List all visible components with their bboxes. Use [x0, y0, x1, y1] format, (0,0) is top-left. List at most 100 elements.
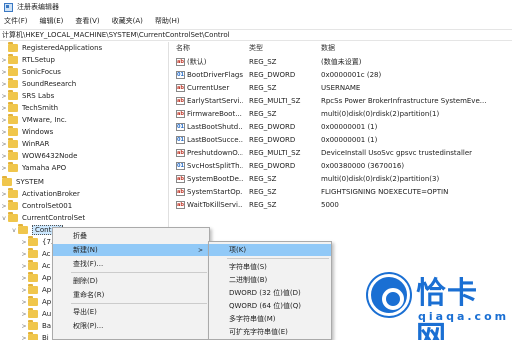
tree-item[interactable]: > Ap	[20, 296, 51, 308]
submenu-string-value[interactable]: 字符串值(S)	[209, 261, 331, 273]
folder-icon	[8, 66, 18, 76]
expand-icon[interactable]: >	[20, 239, 28, 246]
tree-item[interactable]: > Ap	[20, 272, 51, 284]
tree-item[interactable]: > Ac	[20, 260, 51, 272]
tree-item[interactable]: > WOW6432Node	[0, 150, 77, 162]
value-row[interactable]: 01 SvcHostSplitTh... REG_DWORD 0x00380000 (…	[170, 160, 512, 172]
tree-item[interactable]: > Windows	[0, 126, 53, 138]
expand-icon[interactable]: >	[0, 69, 8, 76]
value-row[interactable]: ab WaitToKillServi... REG_SZ 5000	[170, 199, 512, 211]
watermark-logo-icon	[368, 274, 410, 316]
submenu-expandable-string-value[interactable]: 可扩充字符串值(E)	[209, 326, 331, 338]
window-title: 注册表编辑器	[17, 3, 59, 11]
column-name[interactable]: 名称	[176, 43, 190, 53]
folder-icon	[8, 78, 18, 88]
column-data[interactable]: 数据	[321, 43, 335, 53]
tree-item[interactable]: > Au	[20, 308, 51, 320]
tree-item[interactable]: > SRS Labs	[0, 90, 54, 102]
menu-collapse[interactable]: 折叠	[53, 230, 209, 242]
value-row[interactable]: ab PreshutdownO... REG_MULTI_SZ DeviceInsta…	[170, 147, 512, 159]
string-value-icon: ab	[176, 84, 185, 92]
folder-icon	[8, 42, 18, 52]
folder-icon	[28, 296, 38, 306]
tree-item[interactable]: > SonicFocus	[0, 66, 61, 78]
expand-icon[interactable]: >	[0, 141, 8, 148]
menu-bar: 文件(F) 编辑(E) 查看(V) 收藏夹(A) 帮助(H)	[0, 14, 512, 28]
expand-icon[interactable]: >	[0, 105, 8, 112]
menu-help[interactable]: 帮助(H)	[155, 16, 180, 26]
menu-delete[interactable]: 删除(D)	[53, 275, 209, 287]
column-headers: 名称 类型 数据	[170, 42, 512, 54]
tree-item[interactable]: > Ba	[20, 320, 51, 332]
expand-icon[interactable]: >	[0, 165, 8, 172]
submenu-multi-string-value[interactable]: 多字符串值(M)	[209, 313, 331, 325]
expand-icon[interactable]: >	[20, 287, 28, 294]
expand-icon[interactable]: >	[0, 117, 8, 124]
expand-icon[interactable]: >	[0, 57, 8, 64]
expand-icon[interactable]: >	[20, 275, 28, 282]
menu-edit[interactable]: 编辑(E)	[40, 16, 64, 26]
expand-icon[interactable]: >	[0, 153, 8, 160]
value-row[interactable]: ab EarlyStartServi... REG_MULTI_SZ RpcSs Po…	[170, 95, 512, 107]
value-row[interactable]: 01 LastBootSucce... REG_DWORD 0x00000001 (1…	[170, 134, 512, 146]
chevron-right-icon: >	[197, 246, 203, 254]
value-row[interactable]: ab FirmwareBoot... REG_SZ multi(0)disk(0)rd…	[170, 108, 512, 120]
tree-item[interactable]: > Ac	[20, 248, 51, 260]
value-row[interactable]: 01 BootDriverFlags REG_DWORD 0x0000001c (28…	[170, 69, 512, 81]
expand-icon[interactable]: >	[20, 323, 28, 330]
tree-item[interactable]: > SoundResearch	[0, 78, 76, 90]
tree-item[interactable]: RegisteredApplications	[0, 42, 102, 54]
submenu-binary-value[interactable]: 二进制值(B)	[209, 274, 331, 286]
tree-item[interactable]: > Bi	[20, 332, 49, 340]
menu-divider	[71, 272, 207, 273]
submenu-qword-value[interactable]: QWORD (64 位)值(Q)	[209, 300, 331, 312]
string-value-icon: ab	[176, 58, 185, 66]
value-row[interactable]: ab SystemStartOp... REG_SZ FLIGHTSIGNING N…	[170, 186, 512, 198]
tree-item[interactable]: > TechSmith	[0, 102, 58, 114]
tree-item[interactable]: > Ap	[20, 284, 51, 296]
menu-favorites[interactable]: 收藏夹(A)	[112, 16, 143, 26]
expand-icon[interactable]: >	[20, 311, 28, 318]
menu-find[interactable]: 查找(F)...	[53, 258, 209, 270]
value-row[interactable]: 01 LastBootShutd... REG_DWORD 0x00000001 (1…	[170, 121, 512, 133]
folder-icon	[8, 126, 18, 136]
submenu-key[interactable]: 项(K)	[209, 244, 331, 256]
expand-icon[interactable]: >	[20, 251, 28, 258]
menu-new[interactable]: 新建(N) >	[53, 244, 209, 256]
address-bar[interactable]: 计算机\HKEY_LOCAL_MACHINE\SYSTEM\CurrentCon…	[0, 29, 512, 41]
menu-file[interactable]: 文件(F)	[4, 16, 28, 26]
menu-rename[interactable]: 重命名(R)	[53, 289, 209, 301]
expand-icon[interactable]: >	[20, 263, 28, 270]
value-row[interactable]: ab SystemBootDe... REG_SZ multi(0)disk(0)rd…	[170, 173, 512, 185]
tree-item[interactable]: v CurrentControlSet	[0, 212, 85, 224]
expand-icon[interactable]: >	[0, 93, 8, 100]
menu-divider	[71, 303, 207, 304]
expand-icon[interactable]: >	[0, 81, 8, 88]
tree-item[interactable]: > ActivationBroker	[0, 188, 80, 200]
collapse-icon[interactable]: v	[10, 227, 18, 234]
string-value-icon: ab	[176, 175, 185, 183]
expand-icon[interactable]: >	[0, 129, 8, 136]
tree-item[interactable]: > VMware, Inc.	[0, 114, 67, 126]
expand-icon[interactable]: >	[20, 299, 28, 306]
column-type[interactable]: 类型	[249, 43, 263, 53]
folder-icon	[28, 248, 38, 258]
tree-item[interactable]: > Yamaha APO	[0, 162, 66, 174]
submenu-dword-value[interactable]: DWORD (32 位)值(D)	[209, 287, 331, 299]
tree-item[interactable]: > ControlSet001	[0, 200, 72, 212]
menu-view[interactable]: 查看(V)	[75, 16, 99, 26]
value-row[interactable]: ab CurrentUser REG_SZ USERNAME	[170, 82, 512, 94]
tree-item[interactable]: vSYSTEM	[0, 176, 44, 188]
value-row[interactable]: ab (默认) REG_SZ (数值未设置)	[170, 56, 512, 68]
expand-icon[interactable]: >	[0, 203, 8, 210]
menu-export[interactable]: 导出(E)	[53, 306, 209, 318]
menu-permissions[interactable]: 权限(P)...	[53, 320, 209, 332]
tree-item[interactable]: > RTLSetup	[0, 54, 55, 66]
folder-icon	[28, 236, 38, 246]
tree-item[interactable]: > WinRAR	[0, 138, 49, 150]
expand-icon[interactable]: >	[20, 335, 28, 340]
folder-icon	[8, 114, 18, 124]
folder-icon	[8, 90, 18, 100]
collapse-icon[interactable]: v	[0, 215, 8, 222]
expand-icon[interactable]: >	[0, 191, 8, 198]
